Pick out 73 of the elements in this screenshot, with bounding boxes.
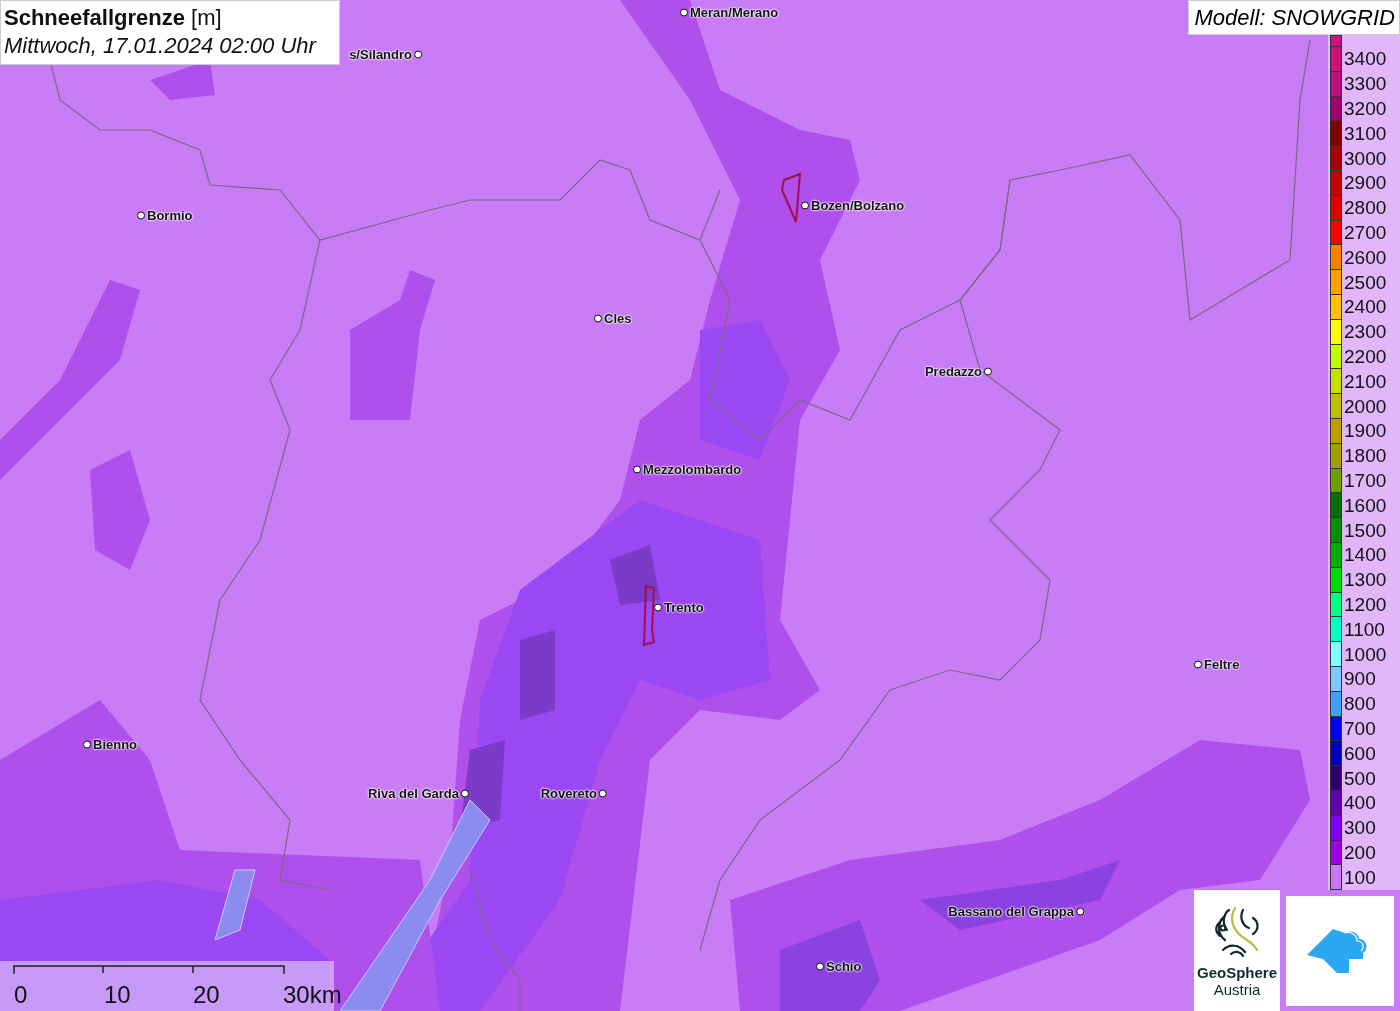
legend-value: 900 — [1344, 668, 1376, 691]
legend-value: 1300 — [1344, 569, 1387, 592]
city-marker-icon — [461, 789, 469, 797]
legend-value: 2100 — [1344, 370, 1387, 393]
city-marker-icon — [1076, 907, 1084, 915]
legend-value: 2800 — [1344, 197, 1387, 220]
city-label: Mezzolombardo — [643, 461, 742, 477]
legend-value: 2500 — [1344, 271, 1387, 294]
legend-value: 500 — [1344, 767, 1376, 790]
legend-value: 3200 — [1344, 98, 1387, 120]
city-marker-icon — [137, 211, 145, 219]
legend-value: 700 — [1344, 717, 1376, 740]
legend-value: 2600 — [1344, 246, 1387, 269]
legend-value: 2700 — [1344, 221, 1387, 244]
city-label: Predazzo — [924, 363, 982, 379]
logo-subtitle: Austria — [1213, 981, 1261, 998]
legend-value: 2000 — [1344, 395, 1387, 418]
city-label: Meran/Merano — [690, 4, 779, 20]
map-timestamp: Mittwoch, 17.01.2024 02:00 Uhr — [4, 32, 318, 60]
city-marker-icon — [680, 8, 688, 16]
city-label: Riva del Garda — [367, 785, 459, 801]
model-label: Modell: SNOWGRID — [1187, 0, 1400, 35]
legend-value: 1600 — [1344, 494, 1387, 517]
scale-bar-label: 20 — [193, 981, 220, 1009]
city-marker-icon — [816, 962, 824, 970]
legend-value: 400 — [1344, 792, 1376, 815]
legend-value: 1200 — [1344, 593, 1387, 616]
city-label: Bormio — [147, 207, 193, 223]
legend-value: 3400 — [1344, 48, 1387, 71]
city-label: Bozen/Bolzano — [811, 197, 905, 213]
city-marker-icon — [83, 740, 91, 748]
map-title: Schneefallgrenze [m] — [4, 4, 223, 32]
legend-value: 1000 — [1344, 643, 1387, 666]
city-marker-icon — [599, 789, 607, 797]
legend-value: 2400 — [1344, 296, 1387, 319]
city-marker-icon — [633, 465, 641, 473]
legend-value: 1700 — [1344, 469, 1387, 492]
lake-shape — [214, 869, 256, 941]
legend-value: 3000 — [1344, 147, 1387, 170]
legend-value: 2200 — [1344, 345, 1387, 368]
city-marker-icon — [594, 314, 602, 322]
legend-value: 300 — [1344, 817, 1376, 840]
city-marker-icon — [414, 50, 422, 58]
city-marker-icon — [1194, 660, 1202, 668]
city-marker-icon — [801, 201, 809, 209]
legend-value: 1900 — [1344, 420, 1387, 443]
city-label: Bassano del Grappa — [948, 903, 1074, 919]
legend-swatch — [1330, 35, 1342, 47]
legend-value: 200 — [1344, 841, 1376, 864]
city-label: Schio — [826, 958, 862, 974]
legend-value: 1800 — [1344, 445, 1387, 468]
city-label: Cles — [604, 310, 632, 326]
legend-value: 2300 — [1344, 321, 1387, 344]
scale-bar-label: 30km — [283, 981, 342, 1009]
legend-value: 3100 — [1344, 122, 1387, 145]
legend-value: 600 — [1344, 742, 1376, 765]
legend-value: 1400 — [1344, 544, 1387, 567]
legend-value: 1500 — [1344, 519, 1387, 542]
legend-value: 2900 — [1344, 172, 1387, 195]
scale-bar-label: 0 — [14, 981, 28, 1009]
scale-bar-label: 10 — [104, 981, 131, 1009]
logo-wordmark: GeoSphere — [1197, 964, 1277, 981]
city-label: s/Silandro — [349, 46, 412, 62]
city-label: Bienno — [93, 736, 138, 752]
legend-value: 3300 — [1344, 73, 1387, 96]
legend-value: 100 — [1344, 866, 1376, 889]
city-marker-icon — [654, 603, 662, 611]
city-label: Rovereto — [540, 785, 597, 801]
city-label: Trento — [664, 599, 704, 615]
legend-value: 1100 — [1344, 618, 1385, 641]
legend-value: 800 — [1344, 693, 1376, 716]
city-label: Feltre — [1204, 656, 1240, 672]
city-marker-icon — [984, 367, 992, 375]
